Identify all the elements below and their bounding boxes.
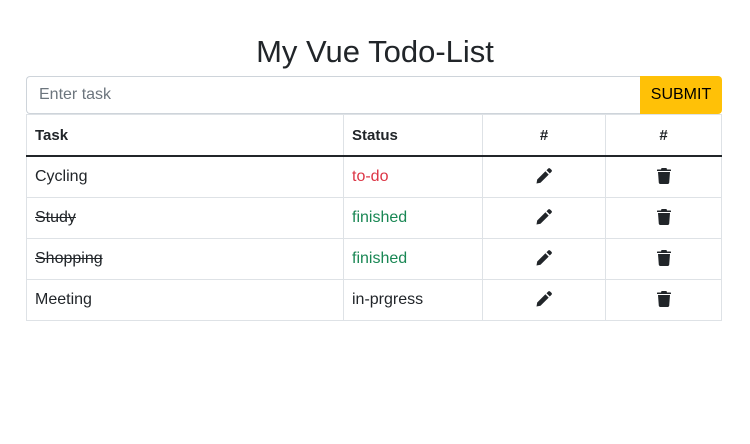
trash-icon[interactable] bbox=[654, 248, 674, 268]
pencil-icon[interactable] bbox=[534, 289, 554, 309]
status-cell[interactable]: to-do bbox=[343, 155, 483, 198]
pencil-icon[interactable] bbox=[534, 248, 554, 268]
task-input[interactable] bbox=[26, 76, 640, 114]
column-header-task: Task bbox=[26, 114, 344, 157]
column-header-status: Status bbox=[343, 114, 483, 157]
task-cell: Cycling bbox=[26, 155, 344, 198]
task-cell: Meeting bbox=[26, 279, 344, 321]
table-row: Cycling to-do bbox=[26, 155, 722, 198]
table-header-row: Task Status # # bbox=[26, 114, 722, 157]
column-header-delete: # bbox=[605, 114, 722, 157]
delete-cell bbox=[605, 279, 722, 321]
task-cell: Shopping bbox=[26, 238, 344, 280]
delete-cell bbox=[605, 197, 722, 239]
trash-icon[interactable] bbox=[654, 289, 674, 309]
trash-icon[interactable] bbox=[654, 207, 674, 227]
submit-button[interactable]: SUBMIT bbox=[640, 76, 722, 114]
delete-cell bbox=[605, 238, 722, 280]
trash-icon[interactable] bbox=[654, 166, 674, 186]
status-cell[interactable]: finished bbox=[343, 197, 483, 239]
table-row: Shopping finished bbox=[26, 238, 722, 280]
edit-cell bbox=[482, 197, 606, 239]
status-cell[interactable]: in-prgress bbox=[343, 279, 483, 321]
task-form: SUBMIT bbox=[26, 76, 722, 114]
pencil-icon[interactable] bbox=[534, 166, 554, 186]
page-title: My Vue Todo-List bbox=[256, 34, 494, 69]
table-row: Meeting in-prgress bbox=[26, 279, 722, 321]
todo-app: My Vue Todo-List SUBMIT Task Status # # … bbox=[0, 0, 750, 444]
edit-cell bbox=[482, 155, 606, 198]
column-header-edit: # bbox=[482, 114, 606, 157]
todo-table: Task Status # # Cycling to-do Study fini… bbox=[26, 114, 722, 321]
task-cell: Study bbox=[26, 197, 344, 239]
delete-cell bbox=[605, 155, 722, 198]
pencil-icon[interactable] bbox=[534, 207, 554, 227]
table-row: Study finished bbox=[26, 197, 722, 239]
edit-cell bbox=[482, 238, 606, 280]
status-cell[interactable]: finished bbox=[343, 238, 483, 280]
edit-cell bbox=[482, 279, 606, 321]
